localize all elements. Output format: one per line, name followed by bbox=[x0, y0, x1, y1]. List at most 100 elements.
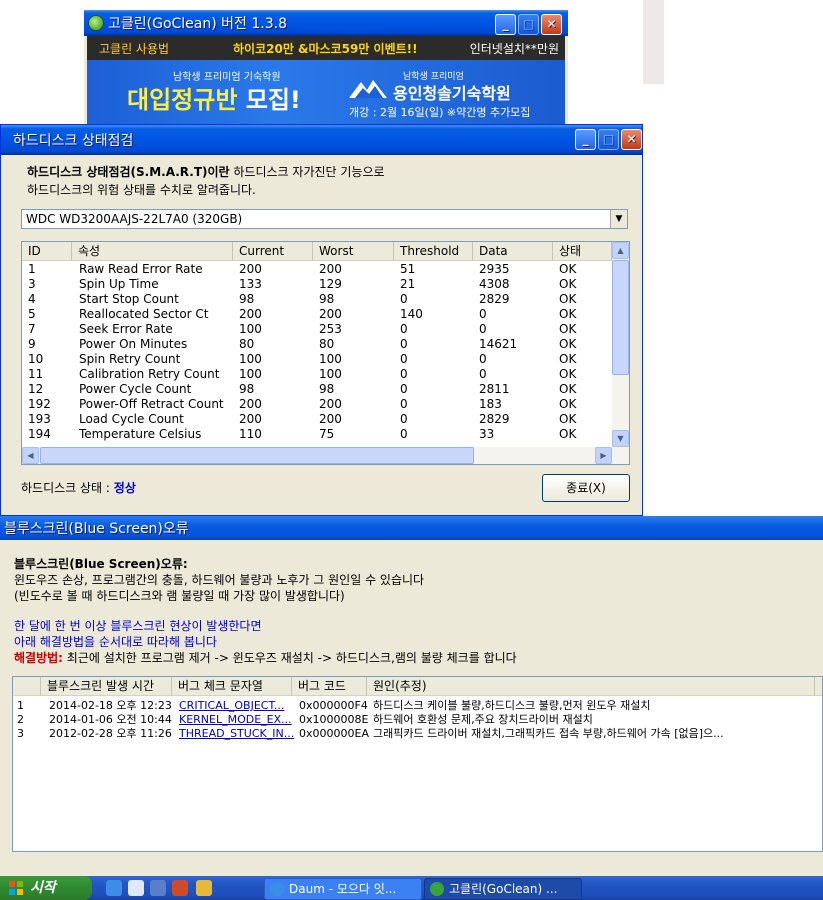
hdd-titlebar[interactable]: 하드디스크 상태점검 _ □ ✕ bbox=[1, 125, 642, 155]
column-header[interactable]: Data bbox=[473, 242, 553, 261]
table-row[interactable]: 10 Spin Retry Count 100 100 0 0 OK bbox=[22, 352, 612, 367]
table-cell: Spin Up Time bbox=[79, 277, 159, 291]
table-row[interactable]: 7 Seek Error Rate 100 253 0 0 OK bbox=[22, 322, 612, 337]
table-row[interactable]: 2 2014-01-06 오전 10:44 KERNEL_MODE_EX... 0x1… bbox=[13, 713, 822, 727]
table-cell: 0 bbox=[400, 412, 408, 426]
scroll-down-icon[interactable]: ▼ bbox=[612, 430, 629, 447]
smart-table-body: 1 Raw Read Error Rate 200 200 51 2935 OK 3 Spin … bbox=[22, 262, 612, 442]
column-header[interactable]: Current bbox=[233, 242, 313, 261]
mountain-logo-icon bbox=[349, 80, 387, 98]
table-cell: 0 bbox=[479, 352, 487, 366]
taskbar-item-daum[interactable]: Daum - 모으다 잇... bbox=[264, 878, 422, 900]
bugcheck-link[interactable]: THREAD_STUCK_IN... bbox=[179, 727, 294, 741]
table-cell: 2014-01-06 오전 10:44 bbox=[49, 713, 172, 726]
goclean-title: 고클린(GoClean) 버전 1.3.8 bbox=[108, 16, 287, 32]
goclean-app-icon bbox=[88, 15, 104, 31]
scroll-up-icon[interactable]: ▲ bbox=[612, 242, 629, 259]
column-header[interactable]: 상태 bbox=[553, 242, 612, 261]
taskbar: 시작 Daum - 모으다 잇... 고클린(GoClean) ... bbox=[0, 876, 823, 900]
table-cell: 4308 bbox=[479, 277, 510, 291]
column-header[interactable]: ID bbox=[22, 242, 72, 261]
menu-usage-link[interactable]: 고클린 사용법 bbox=[87, 40, 233, 57]
table-row[interactable]: 194 Temperature Celsius 110 75 0 33 OK bbox=[22, 427, 612, 442]
table-cell: 0 bbox=[400, 292, 408, 306]
table-cell: OK bbox=[559, 412, 577, 426]
quicklaunch-icon[interactable] bbox=[128, 880, 144, 896]
table-row[interactable]: 9 Power On Minutes 80 80 0 14621 OK bbox=[22, 337, 612, 352]
menu-install-link[interactable]: 인터넷설치**만원 bbox=[453, 40, 565, 57]
scroll-left-icon[interactable]: ◀ bbox=[22, 447, 39, 464]
table-cell: 0 bbox=[479, 307, 487, 321]
table-cell: OK bbox=[559, 322, 577, 336]
column-header[interactable]: Worst bbox=[313, 242, 394, 261]
scroll-right-icon[interactable]: ▶ bbox=[595, 447, 612, 464]
table-cell: 하드웨어 호환성 문제,주요 장치드라이버 재설치 bbox=[373, 713, 593, 726]
goclean-app-icon bbox=[430, 882, 444, 896]
table-cell: 98 bbox=[319, 382, 335, 396]
table-cell: 200 bbox=[319, 412, 342, 426]
table-row[interactable]: 192 Power-Off Retract Count 200 200 0 183 OK bbox=[22, 397, 612, 412]
table-cell: 80 bbox=[319, 337, 335, 351]
scrollbar-thumb[interactable] bbox=[612, 260, 629, 375]
bugcheck-link[interactable]: CRITICAL_OBJECT... bbox=[179, 699, 284, 713]
chrome-icon[interactable] bbox=[196, 880, 212, 896]
table-row[interactable]: 3 2012-02-28 오후 11:26 THREAD_STUCK_IN... 0x… bbox=[13, 727, 822, 741]
table-cell: 0x000000EA bbox=[299, 727, 369, 740]
table-cell: 5 bbox=[28, 307, 36, 321]
chevron-down-icon[interactable]: ▼ bbox=[610, 210, 627, 228]
background-window-edge bbox=[643, 0, 664, 84]
menu-event-link[interactable]: 하이코20만 &마스코59만 이벤트!! bbox=[233, 40, 453, 57]
bluescreen-table[interactable]: 블루스크린 발생 시간 버그 체크 문자열 버그 코드 원인(추정) 1 2014… bbox=[12, 676, 823, 852]
maximize-button[interactable]: □ bbox=[598, 129, 619, 150]
table-cell: 1 bbox=[28, 262, 36, 276]
table-cell: 200 bbox=[319, 307, 342, 321]
table-cell: 0 bbox=[400, 367, 408, 381]
maximize-button[interactable]: □ bbox=[518, 14, 539, 35]
exit-button[interactable]: 종료(X) bbox=[542, 474, 630, 502]
table-row[interactable]: 11 Calibration Retry Count 100 100 0 0 OK bbox=[22, 367, 612, 382]
table-row[interactable]: 1 Raw Read Error Rate 200 200 51 2935 OK bbox=[22, 262, 612, 277]
table-row[interactable]: 5 Reallocated Sector Ct 200 200 140 0 OK bbox=[22, 307, 612, 322]
column-header[interactable]: 버그 코드 bbox=[292, 677, 367, 696]
column-header[interactable] bbox=[13, 677, 41, 696]
horizontal-scrollbar[interactable]: ◀ ▶ bbox=[22, 447, 629, 464]
vertical-scrollbar[interactable]: ▲ ▼ bbox=[612, 242, 629, 447]
minimize-button[interactable]: _ bbox=[575, 129, 596, 150]
ad-banner[interactable]: 남학생 프리미엄 기숙학원 대입정규반 모집! 남학생 프리미엄 용인청솔기숙학… bbox=[87, 60, 565, 124]
hdd-title: 하드디스크 상태점검 bbox=[13, 133, 134, 149]
table-cell: OK bbox=[559, 382, 577, 396]
minimize-button[interactable]: _ bbox=[495, 14, 516, 35]
table-row[interactable]: 3 Spin Up Time 133 129 21 4308 OK bbox=[22, 277, 612, 292]
table-row[interactable]: 1 2014-02-18 오후 12:23 CRITICAL_OBJECT... 0x… bbox=[13, 699, 822, 713]
drive-select[interactable]: WDC WD3200AAJS-22L7A0 (320GB) ▼ bbox=[21, 209, 628, 229]
column-header[interactable]: 원인(추정) bbox=[367, 677, 815, 696]
table-cell: 200 bbox=[239, 307, 262, 321]
column-header[interactable]: Threshold bbox=[394, 242, 473, 261]
scrollbar-thumb[interactable] bbox=[40, 447, 474, 464]
table-cell: 192 bbox=[28, 397, 51, 411]
smart-table[interactable]: ID 속성 Current Worst Threshold Data 상태 1 R… bbox=[21, 241, 630, 465]
table-cell: 2 bbox=[17, 713, 24, 726]
start-button[interactable]: 시작 bbox=[0, 876, 92, 900]
table-cell: 4 bbox=[28, 292, 36, 306]
bluescreen-title: 블루스크린(Blue Screen)오류 bbox=[4, 521, 189, 537]
table-cell: 33 bbox=[479, 427, 495, 441]
close-button[interactable]: ✕ bbox=[621, 129, 642, 150]
table-row[interactable]: 193 Load Cycle Count 200 200 0 2829 OK bbox=[22, 412, 612, 427]
table-row[interactable]: 4 Start Stop Count 98 98 0 2829 OK bbox=[22, 292, 612, 307]
table-row[interactable]: 12 Power Cycle Count 98 98 0 2811 OK bbox=[22, 382, 612, 397]
tool-icon[interactable] bbox=[172, 880, 188, 896]
messenger-icon[interactable] bbox=[150, 880, 166, 896]
goclean-titlebar[interactable]: 고클린(GoClean) 버전 1.3.8 _ □ ✕ bbox=[84, 10, 568, 36]
taskbar-item-goclean[interactable]: 고클린(GoClean) ... bbox=[424, 878, 582, 900]
column-header[interactable]: 버그 체크 문자열 bbox=[172, 677, 292, 696]
bugcheck-link[interactable]: KERNEL_MODE_EX... bbox=[179, 713, 292, 727]
column-header[interactable]: 블루스크린 발생 시간 bbox=[41, 677, 172, 696]
table-cell: 98 bbox=[239, 292, 255, 306]
ie-icon[interactable] bbox=[106, 880, 122, 896]
close-button[interactable]: ✕ bbox=[541, 14, 562, 35]
bluescreen-titlebar[interactable]: 블루스크린(Blue Screen)오류 bbox=[0, 516, 823, 540]
goclean-menu: 고클린 사용법 하이코20만 &마스코59만 이벤트!! 인터넷설치**만원 bbox=[87, 36, 565, 60]
column-header[interactable]: 속성 bbox=[72, 242, 233, 261]
table-cell: 200 bbox=[319, 262, 342, 276]
